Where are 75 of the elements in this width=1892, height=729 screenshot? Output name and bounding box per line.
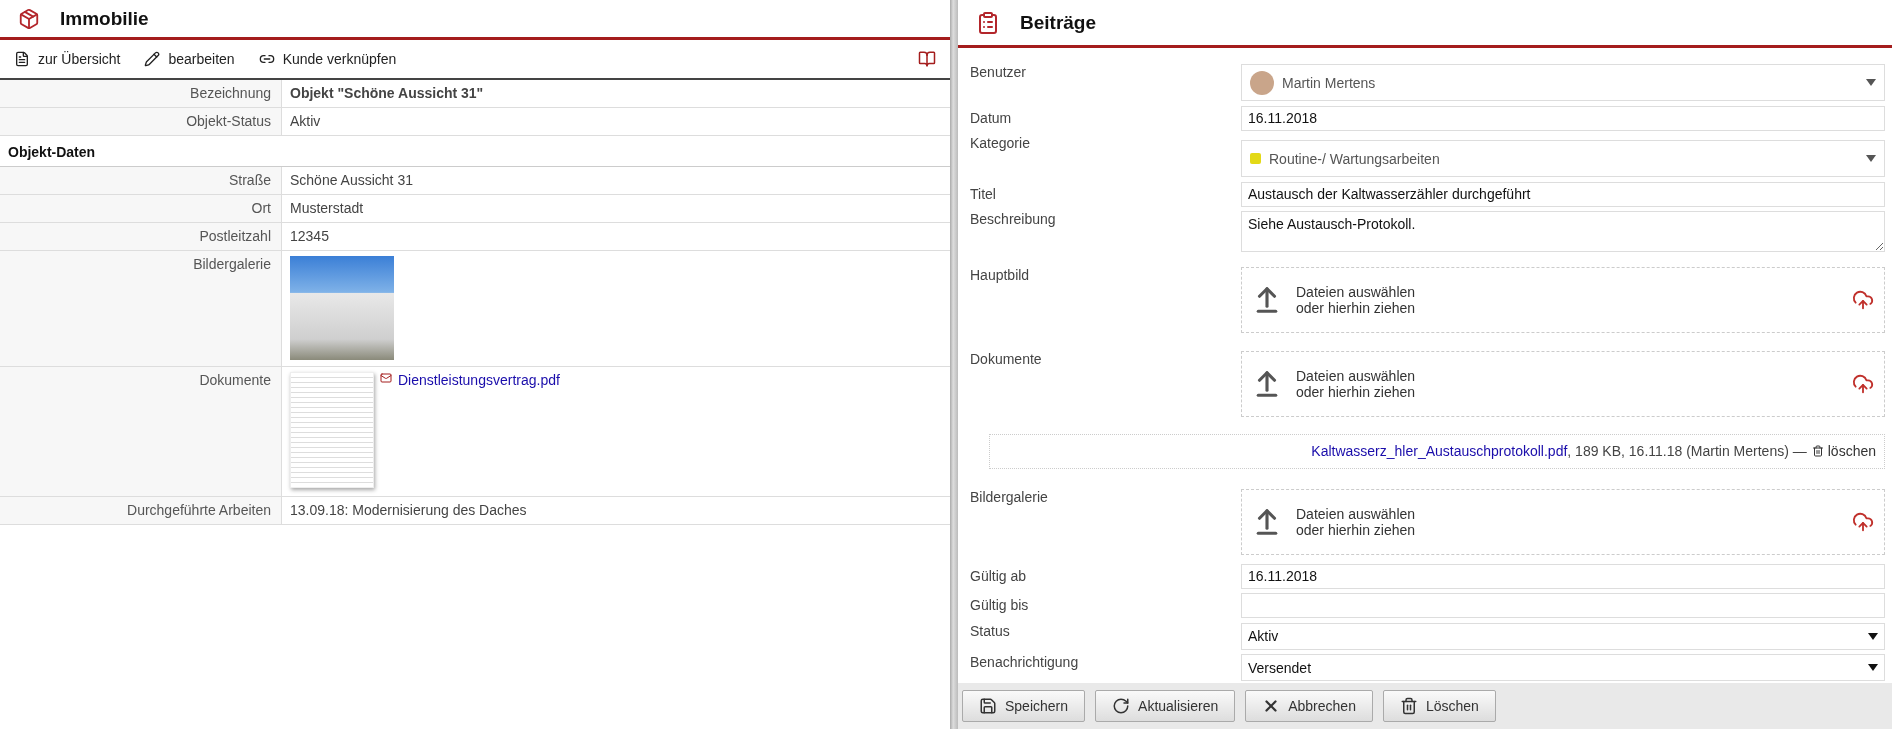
file-info: , 189 KB, 16.11.18 (Martin Mertens) — (1567, 443, 1807, 460)
caret-icon (1866, 155, 1876, 163)
pencil-icon (144, 51, 161, 67)
field-value: Musterstadt (282, 195, 950, 223)
user-select[interactable]: Martin Mertens (1241, 64, 1885, 101)
file-dropzone[interactable]: Dateien auswählen oder hierhin ziehen (1241, 266, 1885, 333)
field-label: Bezeichnung (0, 80, 282, 108)
dropzone-text: Dateien auswählen (1296, 506, 1417, 523)
dropzone-text: oder hierhin ziehen (1296, 384, 1417, 401)
dropzone-text: oder hierhin ziehen (1296, 299, 1417, 316)
field-label: Ort (0, 195, 282, 223)
field-label: Dokumente (0, 367, 282, 497)
field-value: 12345 (282, 223, 950, 251)
caret-icon (1866, 79, 1876, 86)
info-book-icon[interactable] (918, 50, 936, 68)
file-dropzone[interactable]: Dateien auswählen oder hierhin ziehen (1241, 351, 1885, 418)
dropzone-text: oder hierhin ziehen (1296, 522, 1417, 539)
input-field[interactable]: Austausch der Kaltwasserzähler durchgeführt (1241, 181, 1885, 207)
action-button[interactable]: Löschen (1382, 690, 1496, 722)
clipboard-icon (976, 10, 1000, 35)
cloud-upload-icon (1852, 511, 1874, 534)
field-label: Gültig ab (970, 566, 1028, 586)
cloud-upload-icon (1852, 373, 1874, 396)
caret-icon (1868, 632, 1878, 640)
document-icon (14, 51, 30, 67)
panel-title: Immobilie (60, 7, 149, 30)
select-field[interactable]: Aktiv (1241, 622, 1885, 650)
category-select[interactable]: Routine-/ Wartungsarbeiten (1241, 140, 1885, 178)
field-label: Datum (970, 108, 1013, 128)
dropzone-text: Dateien auswählen (1296, 368, 1417, 385)
mail-icon (380, 372, 392, 384)
field-label: Bildergalerie (970, 488, 1049, 508)
field-value: Schöne Aussicht 31 (282, 167, 950, 195)
refresh-icon (1112, 697, 1131, 715)
field-label: Bildergalerie (0, 251, 282, 367)
input-field[interactable]: 16.11.2018 (1241, 563, 1885, 589)
field-label: Durchgeführte Arbeiten (0, 497, 282, 525)
field-label: Beschreibung (970, 211, 1057, 230)
dropzone-text: Dateien auswählen (1296, 283, 1417, 300)
cloud-upload-icon (1852, 288, 1874, 311)
panel-splitter[interactable] (950, 0, 958, 729)
field-label: Benutzer (970, 64, 1028, 82)
field-label: Gültig bis (970, 596, 1030, 616)
select-field[interactable]: Versendet (1241, 654, 1885, 682)
action-button[interactable]: Aktualisieren (1095, 690, 1236, 722)
action-button[interactable]: Speichern (962, 690, 1086, 722)
avatar (1250, 70, 1274, 95)
caret-icon (1868, 664, 1878, 672)
panel-title: Beiträge (1020, 11, 1097, 34)
file-link[interactable]: Kaltwasserz_hler_Austauschprotokoll.pdf (1311, 443, 1568, 460)
toolbar-button[interactable]: zur Übersicht (14, 51, 121, 67)
file-dropzone[interactable]: Dateien auswählen oder hierhin ziehen (1241, 489, 1885, 556)
trash-icon (1399, 697, 1418, 715)
field-label: Hauptbild (970, 265, 1031, 285)
field-label: Objekt-Status (0, 108, 282, 136)
field-label: Status (970, 622, 1011, 641)
field-label: Benachrichtigung (970, 654, 1080, 673)
action-button[interactable]: Abbrechen (1245, 690, 1373, 722)
document-link[interactable]: Dienstleistungsvertrag.pdf (398, 372, 560, 388)
field-value: 13.09.18: Modernisierung des Daches (282, 497, 950, 525)
field-label: Titel (970, 184, 997, 204)
box-icon (18, 7, 40, 30)
field-value: Aktiv (282, 108, 950, 136)
toolbar-button[interactable]: Kunde verknüpfen (258, 51, 397, 67)
input-field[interactable] (1241, 593, 1885, 619)
input-field[interactable]: Siehe Austausch-Protokoll. (1241, 211, 1885, 253)
field-label: Postleitzahl (0, 223, 282, 251)
field-label: Straße (0, 167, 282, 195)
field-label: Dokumente (970, 350, 1043, 370)
trash-icon (1811, 445, 1824, 458)
toolbar-button[interactable]: bearbeiten (144, 51, 235, 67)
field-value: Objekt "Schöne Aussicht 31" (282, 80, 950, 108)
field-label: Kategorie (970, 135, 1031, 154)
input-field[interactable]: 16.11.2018 (1241, 105, 1885, 131)
delete-link[interactable]: löschen (1811, 443, 1876, 460)
